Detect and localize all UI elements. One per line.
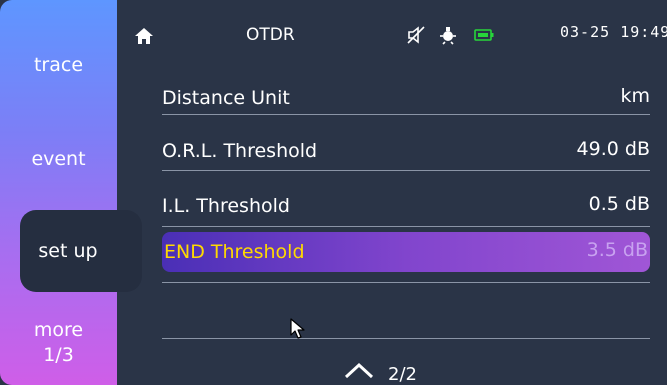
- setting-end-threshold[interactable]: END Threshold 3.5 dB: [162, 232, 650, 272]
- divider: [162, 338, 650, 339]
- chevron-up-icon[interactable]: [343, 360, 375, 380]
- divider: [162, 114, 650, 115]
- sidebar-item-label: event: [31, 148, 86, 170]
- setting-label: END Threshold: [164, 241, 305, 263]
- sidebar-item-setup[interactable]: set up: [20, 210, 142, 292]
- setting-il-threshold[interactable]: I.L. Threshold 0.5 dB: [162, 183, 650, 237]
- mute-icon: [407, 26, 425, 44]
- setting-orl-threshold[interactable]: O.R.L. Threshold 49.0 dB: [162, 128, 650, 182]
- otdr-screen: trace event more 1/3 set up OTDR 03-25 1…: [0, 0, 667, 385]
- sidebar-item-event[interactable]: event: [0, 148, 117, 170]
- status-time: 19:49: [620, 23, 667, 41]
- sidebar-item-label: set up: [38, 240, 98, 262]
- divider: [162, 170, 650, 171]
- battery-icon: [474, 29, 494, 41]
- page-indicator: 2/2: [388, 364, 417, 385]
- setting-value: 49.0 dB: [576, 138, 650, 160]
- setting-value: 3.5 dB: [586, 239, 648, 261]
- setting-label: Distance Unit: [162, 87, 290, 109]
- divider: [162, 282, 650, 283]
- setting-distance-unit[interactable]: Distance Unit km: [162, 75, 650, 129]
- sidebar-item-label: trace: [33, 54, 84, 76]
- home-icon[interactable]: [134, 26, 154, 46]
- sidebar-item-more[interactable]: more 1/3: [0, 318, 117, 368]
- camera-icon: [440, 27, 456, 45]
- status-clock: 03-25 19:49: [560, 23, 667, 41]
- sidebar-item-label: more: [33, 319, 84, 341]
- status-date: 03-25: [560, 23, 611, 41]
- setting-value: km: [620, 85, 650, 107]
- sidebar-item-trace[interactable]: trace: [0, 54, 117, 76]
- mouse-cursor-icon: [290, 318, 305, 339]
- divider: [162, 226, 650, 227]
- setting-value: 0.5 dB: [588, 193, 650, 215]
- setting-label: O.R.L. Threshold: [162, 140, 318, 162]
- page-title: OTDR: [246, 25, 295, 45]
- sidebar: trace event more 1/3: [0, 0, 117, 385]
- setting-label: I.L. Threshold: [162, 195, 290, 217]
- sidebar-item-page: 1/3: [43, 344, 74, 366]
